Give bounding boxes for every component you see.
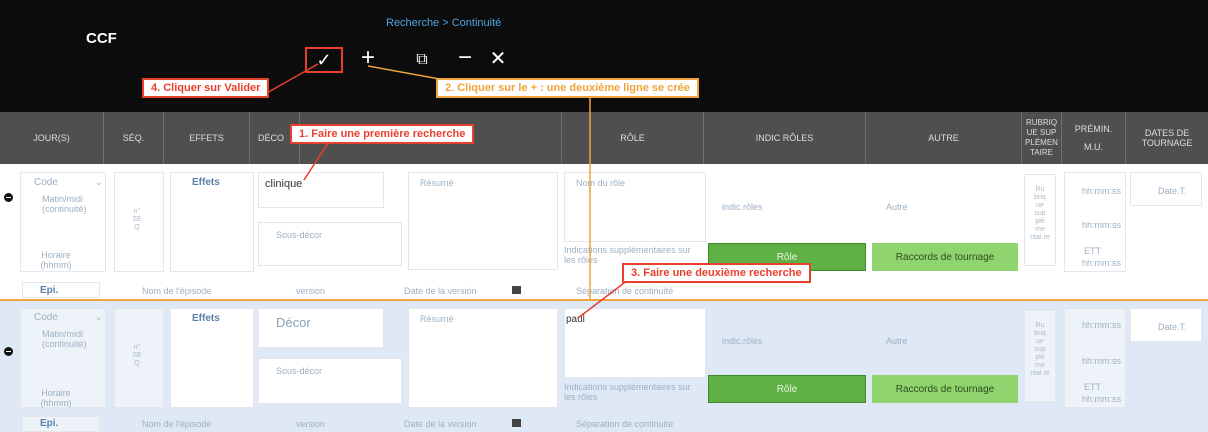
callout-validate: 4. Cliquer sur Valider bbox=[142, 78, 270, 98]
arrow-first-search bbox=[303, 139, 331, 181]
callout-first-search: 1. Faire une première recherche bbox=[290, 124, 475, 144]
arrow-second-search bbox=[577, 279, 629, 319]
callout-add-row: 2. Cliquer sur le + : une deuxième ligne… bbox=[436, 78, 699, 98]
callout-second-search: 3. Faire une deuxième recherche bbox=[622, 263, 811, 283]
annotation-arrows bbox=[264, 63, 629, 319]
arrow-add bbox=[367, 65, 446, 81]
arrow-validate bbox=[264, 63, 319, 95]
